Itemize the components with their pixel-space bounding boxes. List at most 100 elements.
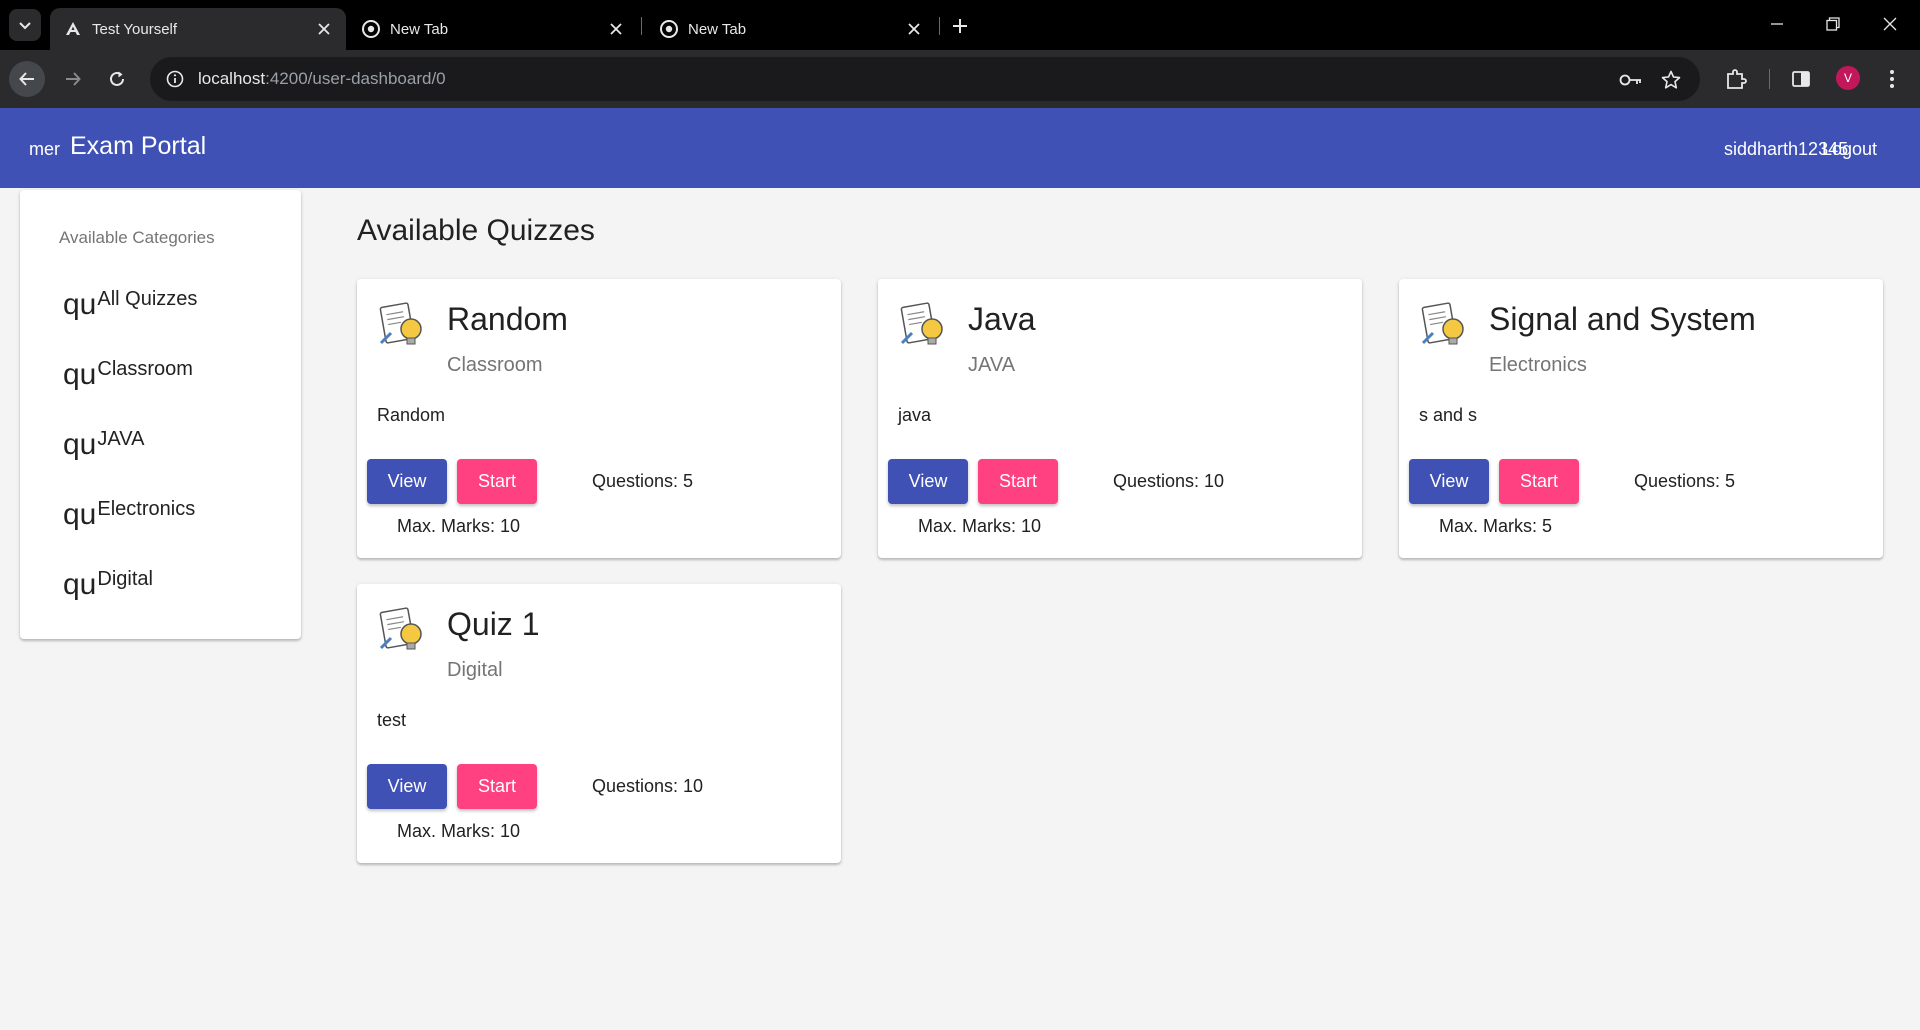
tab-separator [641, 17, 642, 35]
url-path: :4200/user-dashboard/0 [265, 69, 446, 88]
minimize-button[interactable] [1749, 0, 1805, 48]
category-sidebar: Available Categories qu All Quizzes qu C… [20, 190, 301, 639]
quiz-questions: Questions: 10 [1113, 471, 1224, 492]
password-key-icon[interactable] [1618, 67, 1644, 93]
quiz-description: java [898, 405, 932, 425]
tab-title: New Tab [390, 20, 449, 38]
sidebar-item-digital[interactable]: qu Digital [63, 565, 153, 605]
quiz-title: Java [968, 301, 1036, 337]
marks-prefix: Max. Marks: [397, 516, 501, 536]
profile-avatar[interactable]: V [1836, 66, 1860, 90]
start-button[interactable]: Start [1499, 459, 1579, 504]
page-title: Available Quizzes [357, 214, 595, 247]
menu-icon[interactable]: mer [29, 139, 60, 160]
tab-new-tab-1[interactable]: New Tab [348, 8, 638, 50]
quiz-description: test [377, 710, 407, 730]
plus-icon [953, 19, 967, 33]
new-tab-button[interactable] [946, 12, 974, 40]
extensions-button[interactable] [1722, 65, 1750, 93]
chrome-icon [362, 20, 380, 38]
quiz-questions: Questions: 10 [592, 776, 703, 797]
close-window-button[interactable] [1862, 0, 1918, 48]
marks-value: 5 [1542, 516, 1553, 536]
quiz-icon: qu [63, 428, 97, 461]
view-button[interactable]: View [888, 459, 968, 504]
sidebar-item-all-quizzes[interactable]: qu All Quizzes [63, 285, 197, 325]
angular-icon [64, 20, 82, 38]
view-button[interactable]: View [367, 459, 447, 504]
quiz-category: Electronics [1489, 354, 1587, 376]
restore-button[interactable] [1805, 0, 1861, 48]
back-button[interactable] [9, 61, 45, 97]
close-tab-icon[interactable] [604, 17, 628, 41]
minimize-icon [1771, 23, 1783, 25]
url-host: localhost [198, 69, 266, 88]
quiz-lightbulb-icon [379, 607, 422, 650]
quiz-card: Random Classroom Random View Start Quest… [357, 279, 841, 558]
questions-prefix: Questions: [592, 776, 684, 796]
tab-title: New Tab [688, 20, 747, 38]
quiz-card: Java JAVA java View Start Questions: 10 … [878, 279, 1362, 558]
questions-prefix: Questions: [1634, 471, 1726, 491]
arrow-left-icon [19, 72, 34, 86]
arrow-right-icon [66, 72, 81, 86]
bookmark-star-icon[interactable] [1658, 67, 1684, 93]
start-button[interactable]: Start [457, 764, 537, 809]
toolbar-separator [1769, 69, 1770, 89]
sidebar-item-electronics[interactable]: qu Electronics [63, 495, 195, 535]
sidebar-item-label: Digital [97, 568, 153, 590]
view-button[interactable]: View [1409, 459, 1489, 504]
url-field[interactable]: localhost:4200/user-dashboard/0 [150, 57, 1700, 101]
quiz-icon: qu [63, 358, 97, 391]
url-text: localhost:4200/user-dashboard/0 [198, 69, 446, 89]
sidebar-item-classroom[interactable]: qu Classroom [63, 355, 193, 395]
sidebar-item-java[interactable]: qu JAVA [63, 425, 144, 465]
reload-button[interactable] [99, 61, 135, 97]
quiz-max-marks: Max. Marks: 10 [397, 516, 520, 537]
browser-menu-button[interactable] [1878, 65, 1906, 93]
chrome-icon [660, 20, 678, 38]
tab-search-button[interactable] [9, 9, 41, 41]
site-info-icon[interactable] [164, 68, 186, 90]
close-tab-icon[interactable] [902, 17, 926, 41]
quiz-lightbulb-icon [1421, 302, 1464, 345]
quiz-questions: Questions: 5 [592, 471, 693, 492]
sidebar-item-label: Classroom [97, 358, 193, 380]
questions-prefix: Questions: [592, 471, 684, 491]
close-tab-icon[interactable] [312, 17, 336, 41]
questions-count: 10 [1204, 471, 1225, 491]
quiz-title: Signal and System [1489, 301, 1756, 337]
quiz-card: Signal and System Electronics s and s Vi… [1399, 279, 1883, 558]
reload-icon [110, 71, 124, 86]
close-icon [1883, 17, 1897, 31]
quiz-lightbulb-icon [379, 302, 422, 345]
logout-button[interactable]: Logout [1822, 139, 1877, 160]
app-toolbar: mer Exam Portal siddharth12345 Logout [0, 108, 1920, 188]
sidebar-header: Available Categories [59, 228, 215, 247]
side-panel-icon [1792, 71, 1810, 87]
quiz-category: Classroom [447, 354, 543, 376]
marks-value: 10 [1021, 516, 1042, 536]
questions-count: 5 [683, 471, 694, 491]
app-title[interactable]: Exam Portal [70, 132, 206, 161]
marks-prefix: Max. Marks: [397, 821, 501, 841]
quiz-max-marks: Max. Marks: 5 [1439, 516, 1552, 537]
sidebar-item-label: JAVA [97, 428, 145, 450]
tab-test-yourself[interactable]: Test Yourself [50, 8, 346, 50]
side-panel-button[interactable] [1787, 65, 1815, 93]
quiz-category: Digital [447, 659, 503, 681]
quiz-max-marks: Max. Marks: 10 [397, 821, 520, 842]
chevron-down-icon [19, 22, 31, 30]
quiz-category: JAVA [968, 354, 1016, 376]
forward-button[interactable] [55, 61, 91, 97]
marks-value: 10 [500, 516, 521, 536]
questions-prefix: Questions: [1113, 471, 1205, 491]
restore-icon [1826, 17, 1840, 31]
start-button[interactable]: Start [978, 459, 1058, 504]
start-button[interactable]: Start [457, 459, 537, 504]
view-button[interactable]: View [367, 764, 447, 809]
quiz-icon: qu [63, 288, 97, 321]
tab-new-tab-2[interactable]: New Tab [646, 8, 936, 50]
quiz-card: Quiz 1 Digital test View Start Questions… [357, 584, 841, 863]
browser-address-bar: localhost:4200/user-dashboard/0 [0, 50, 1920, 108]
